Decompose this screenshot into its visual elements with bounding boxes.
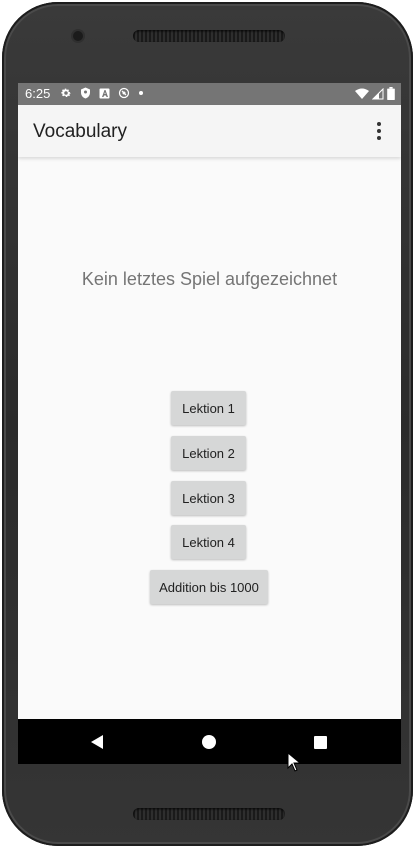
lektion-2-button[interactable]: Lektion 2 <box>171 436 246 470</box>
earpiece-speaker <box>133 30 285 42</box>
screen: 6:25 Vocabulary Kein letztes Spiel aufge… <box>18 83 401 764</box>
back-icon[interactable] <box>85 730 109 754</box>
app-title: Vocabulary <box>33 121 128 142</box>
main-content: Kein letztes Spiel aufgezeichnet Lektion… <box>18 157 401 719</box>
phone-frame: 6:25 Vocabulary Kein letztes Spiel aufge… <box>2 2 413 846</box>
status-time: 6:25 <box>25 86 51 101</box>
app-bar: Vocabulary <box>18 105 401 157</box>
shield-icon <box>80 87 91 99</box>
dot-icon <box>138 90 144 96</box>
gear-icon <box>60 87 72 99</box>
recents-icon[interactable] <box>308 730 332 754</box>
last-game-message: Kein letztes Spiel aufgezeichnet <box>81 269 338 289</box>
status-bar: 6:25 <box>18 83 401 105</box>
battery-icon <box>387 87 395 100</box>
addition-bis-1000-button[interactable]: Addition bis 1000 <box>150 570 268 604</box>
mouse-cursor-icon <box>287 751 302 777</box>
bottom-speaker <box>133 808 285 820</box>
wifi-icon <box>355 88 369 100</box>
system-icons <box>355 87 395 100</box>
navigation-bar <box>18 719 401 764</box>
front-camera <box>73 31 83 41</box>
home-icon[interactable] <box>197 730 221 754</box>
notification-icons <box>60 87 144 99</box>
lektion-1-button[interactable]: Lektion 1 <box>171 391 246 425</box>
sync-circle-icon <box>118 87 130 99</box>
lektion-3-button[interactable]: Lektion 3 <box>171 481 246 515</box>
signal-icon <box>372 87 384 100</box>
lektion-4-button[interactable]: Lektion 4 <box>171 525 246 559</box>
more-vert-icon[interactable] <box>367 119 391 143</box>
font-a-icon <box>99 88 110 99</box>
